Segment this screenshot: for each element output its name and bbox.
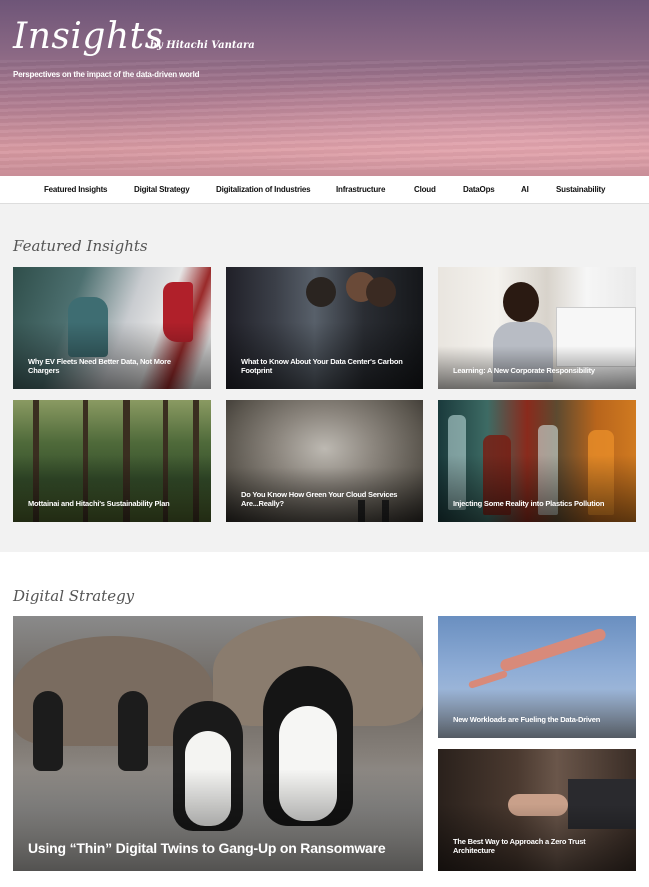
category-nav: Featured Insights Digital Strategy Digit…: [0, 176, 649, 204]
card-title: Mottainai and Hitachi's Sustainability P…: [28, 499, 170, 508]
digital-strategy-card-zero-trust[interactable]: The Best Way to Approach a Zero Trust Ar…: [438, 749, 636, 871]
nav-item-sustainability[interactable]: Sustainability: [556, 185, 605, 194]
card-title: Injecting Some Reality into Plastics Pol…: [453, 499, 605, 508]
nav-item-ai[interactable]: AI: [521, 185, 529, 194]
card-title: The Best Way to Approach a Zero Trust Ar…: [453, 837, 586, 855]
digital-strategy-section-title: Digital Strategy: [13, 587, 135, 605]
card-title: Using “Thin” Digital Twins to Gang-Up on…: [28, 840, 386, 856]
site-byline: by Hitachi Vantara: [150, 40, 255, 51]
digital-strategy-main-card[interactable]: Using “Thin” Digital Twins to Gang-Up on…: [13, 616, 423, 871]
nav-item-featured-insights[interactable]: Featured Insights: [44, 185, 107, 194]
featured-card-plastics[interactable]: Injecting Some Reality into Plastics Pol…: [438, 400, 636, 522]
digital-strategy-card-workloads[interactable]: New Workloads are Fueling the Data-Drive…: [438, 616, 636, 738]
card-title: Why EV Fleets Need Better Data, Not More…: [28, 357, 171, 375]
featured-card-green-cloud[interactable]: Do You Know How Green Your Cloud Service…: [226, 400, 423, 522]
site-tagline: Perspectives on the impact of the data-d…: [13, 70, 200, 79]
nav-item-cloud[interactable]: Cloud: [414, 185, 436, 194]
penguin-graphic: [33, 691, 63, 771]
site-title[interactable]: Insights: [13, 16, 164, 57]
nav-item-infrastructure[interactable]: Infrastructure: [336, 185, 385, 194]
featured-section-title: Featured Insights: [13, 237, 148, 255]
airplane-graphic: [498, 627, 608, 673]
person-graphic: [503, 282, 539, 322]
airplane-graphic: [467, 669, 509, 690]
card-title: Learning: A New Corporate Responsibility: [453, 366, 595, 375]
card-title: New Workloads are Fueling the Data-Drive…: [453, 715, 601, 724]
hero-banner: Insights by Hitachi Vantara Perspectives…: [0, 0, 649, 176]
featured-card-ev-fleets[interactable]: Why EV Fleets Need Better Data, Not More…: [13, 267, 211, 389]
nav-item-digitalization-of-industries[interactable]: Digitalization of Industries: [216, 185, 311, 194]
card-title: Do You Know How Green Your Cloud Service…: [241, 490, 398, 508]
person-graphic: [306, 277, 336, 307]
penguin-graphic: [118, 691, 148, 771]
card-title: What to Know About Your Data Center's Ca…: [241, 357, 403, 375]
featured-card-data-center[interactable]: What to Know About Your Data Center's Ca…: [226, 267, 423, 389]
featured-card-mottainai[interactable]: Mottainai and Hitachi's Sustainability P…: [13, 400, 211, 522]
nav-item-dataops[interactable]: DataOps: [463, 185, 495, 194]
person-graphic: [366, 277, 396, 307]
featured-card-learning[interactable]: Learning: A New Corporate Responsibility: [438, 267, 636, 389]
nav-item-digital-strategy[interactable]: Digital Strategy: [134, 185, 190, 194]
